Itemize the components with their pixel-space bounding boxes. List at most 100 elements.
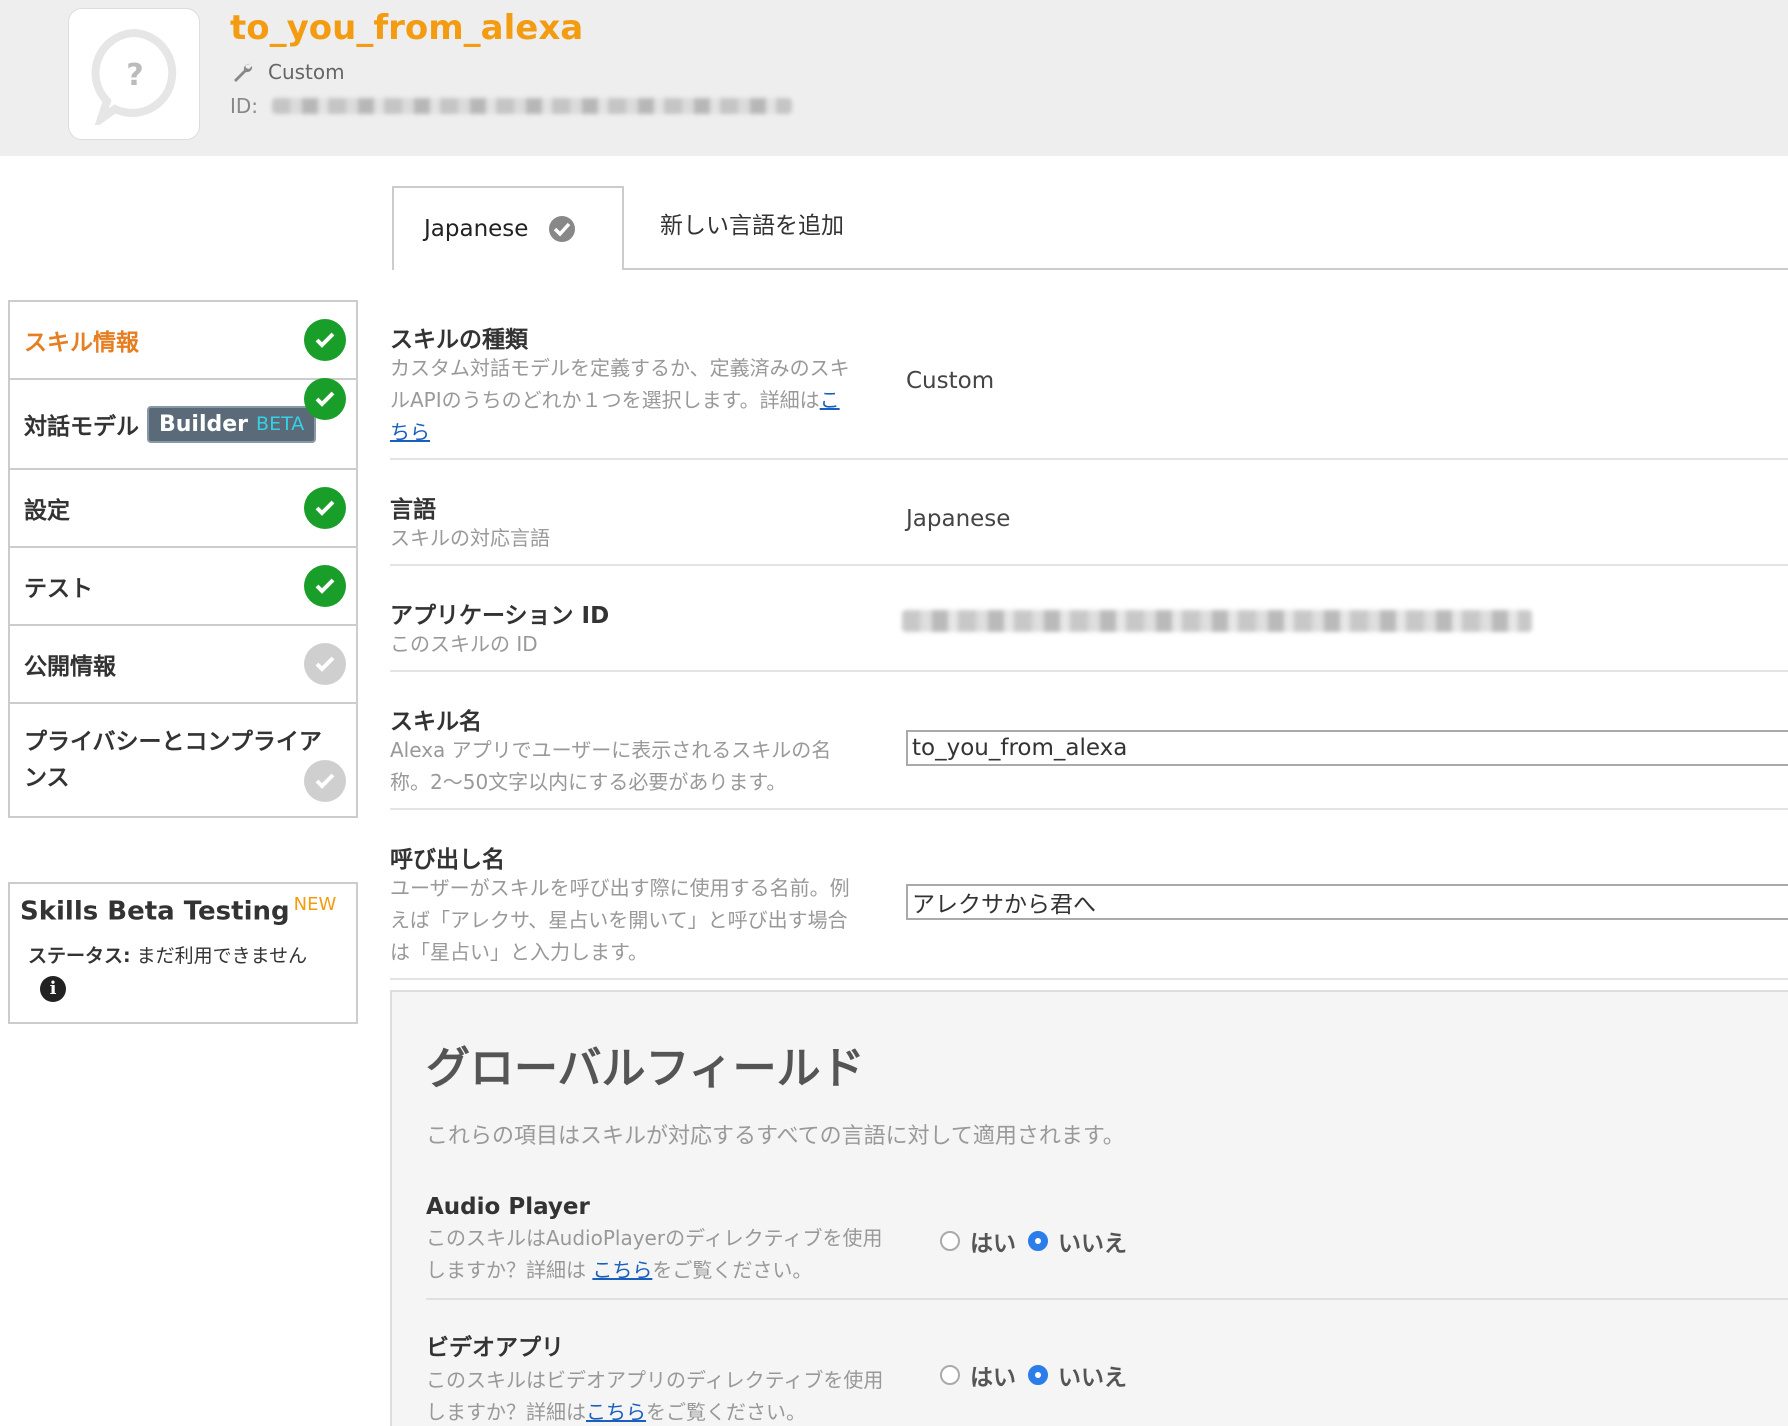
divider — [426, 1298, 1788, 1300]
skill-type-desc: カスタム対話モデルを定義するか、定義済みのスキ ルAPIのうちのどれか１つを選択… — [390, 352, 890, 448]
video-app-no-radio[interactable] — [1028, 1365, 1048, 1385]
new-badge: NEW — [293, 894, 337, 915]
desc-line: えば「アレクサ、星占いを開いて」と呼び出す場合 — [390, 908, 848, 932]
sidebar-item-publishing-info[interactable]: 公開情報 — [10, 626, 356, 704]
sidebar-item-label: 対話モデル — [24, 414, 139, 440]
row-language: 言語 スキルの対応言語 Japanese — [390, 460, 1788, 566]
skills-beta-testing-panel: Skills Beta Testing NEW ステータス: まだ利用できません … — [8, 882, 358, 1024]
check-icon — [304, 378, 346, 420]
skill-name-input[interactable] — [906, 730, 1788, 766]
video-app-desc: このスキルはビデオアプリのディレクティブを使用 しますか？詳細はこちらをご覧くだ… — [426, 1364, 926, 1426]
video-app-label: ビデオアプリ — [426, 1335, 564, 1361]
check-icon — [304, 643, 346, 685]
desc-line: をご覧ください。 — [646, 1400, 806, 1424]
desc-line: カスタム対話モデルを定義するか、定義済みのスキ — [390, 356, 850, 380]
sidebar-item-skill-info[interactable]: スキル情報 — [10, 302, 356, 380]
row-invocation-name: 呼び出し名 ユーザーがスキルを呼び出す際に使用する名前。例 えば「アレクサ、星占… — [390, 810, 1788, 980]
desc-line: は「星占い」と入力します。 — [390, 940, 648, 964]
skill-type-value: Custom — [906, 368, 995, 394]
tab-japanese[interactable]: Japanese — [392, 186, 624, 270]
question-bubble-icon: ? — [91, 28, 177, 125]
application-id-label: アプリケーション ID — [390, 603, 610, 629]
audio-player-field: Audio Player このスキルはAudioPlayerのディレクティブを使… — [426, 1194, 1788, 1286]
desc-line: このスキルはビデオアプリのディレクティブを使用 — [426, 1368, 884, 1392]
svg-text:?: ? — [126, 58, 143, 93]
check-icon — [304, 319, 346, 361]
skill-type-label: スキルの種類 — [390, 327, 528, 353]
beta-testing-title-text: Skills Beta Testing — [20, 896, 290, 927]
check-circle-icon — [549, 216, 576, 242]
skill-type: Custom — [230, 60, 345, 84]
skill-title: to_you_from_alexa — [230, 8, 584, 48]
tab-japanese-label: Japanese — [424, 216, 529, 242]
skill-id: ID: — [230, 94, 793, 118]
sidebar-item-interaction-model[interactable]: 対話モデル Builder BETA — [10, 378, 356, 470]
application-id-desc: このスキルの ID — [390, 632, 538, 656]
beta-label: BETA — [256, 413, 305, 435]
skill-id-redacted — [272, 98, 793, 114]
sidebar-item-label: スキル情報 — [24, 330, 139, 356]
info-icon[interactable]: i — [40, 975, 66, 1002]
builder-beta-button[interactable]: Builder BETA — [147, 405, 317, 443]
invocation-name-desc: ユーザーがスキルを呼び出す際に使用する名前。例 えば「アレクサ、星占いを開いて」… — [390, 872, 890, 968]
check-icon — [304, 487, 346, 529]
language-value: Japanese — [906, 506, 1011, 532]
sidebar-item-label-cont: ンス — [24, 765, 70, 791]
video-app-field: ビデオアプリ このスキルはビデオアプリのディレクティブを使用 しますか？詳細はこ… — [426, 1328, 1788, 1426]
audio-player-no-radio[interactable] — [1028, 1231, 1048, 1251]
sidebar-item-settings[interactable]: 設定 — [10, 470, 356, 548]
wrench-icon — [234, 63, 253, 82]
skill-icon-placeholder: ? — [68, 8, 200, 140]
desc-line: しますか？詳細は — [426, 1400, 586, 1424]
row-skill-type: スキルの種類 カスタム対話モデルを定義するか、定義済みのスキ ルAPIのうちのど… — [390, 310, 1788, 460]
video-app-radio-group: はい いいえ — [940, 1358, 1127, 1392]
row-application-id: アプリケーション ID このスキルの ID — [390, 566, 1788, 672]
audio-player-radio-group: はい いいえ — [940, 1224, 1127, 1258]
beta-testing-title: Skills Beta Testing NEW — [20, 894, 346, 927]
desc-line: ユーザーがスキルを呼び出す際に使用する名前。例 — [390, 876, 850, 900]
details-link[interactable]: こちら — [586, 1400, 646, 1424]
sidebar-item-label: プライバシーとコンプライア — [24, 729, 322, 755]
global-fields-desc: これらの項目はスキルが対応するすべての言語に対して適用されます。 — [426, 1124, 1125, 1149]
sidebar-item-label: テスト — [24, 576, 93, 602]
sidebar-item-test[interactable]: テスト — [10, 548, 356, 626]
beta-status-value: まだ利用できません — [136, 944, 308, 967]
radio-label: はい — [970, 1365, 1016, 1391]
builder-label: Builder — [159, 411, 249, 437]
sidebar-item-label: 設定 — [24, 498, 70, 524]
details-link[interactable]: こ — [820, 388, 840, 412]
audio-player-desc: このスキルはAudioPlayerのディレクティブを使用 しますか？詳細は こち… — [426, 1222, 926, 1286]
check-icon — [304, 760, 346, 802]
sidebar-item-privacy-compliance[interactable]: プライバシーとコンプライア ンス — [10, 704, 356, 816]
radio-label: いいえ — [1058, 1231, 1127, 1257]
radio-label: いいえ — [1058, 1365, 1127, 1391]
global-fields-panel: グローバルフィールド これらの項目はスキルが対応するすべての言語に対して適用され… — [390, 990, 1788, 1426]
beta-status-label: ステータス: — [28, 944, 131, 967]
audio-player-yes-radio[interactable] — [940, 1231, 960, 1251]
desc-line: 称。2〜50文字以内にする必要があります。 — [390, 770, 787, 794]
radio-label: はい — [970, 1231, 1016, 1257]
details-link[interactable]: こちら — [592, 1258, 652, 1282]
skill-name-label: スキル名 — [390, 709, 482, 735]
sidebar-nav: スキル情報 対話モデル Builder BETA 設定 テスト 公開情報 プライ… — [8, 300, 358, 818]
invocation-name-input[interactable] — [906, 884, 1788, 920]
desc-line: Alexa アプリでユーザーに表示されるスキルの名 — [390, 738, 832, 762]
beta-status: ステータス: まだ利用できません — [20, 941, 346, 968]
sidebar-item-label: 公開情報 — [24, 654, 116, 680]
video-app-yes-radio[interactable] — [940, 1365, 960, 1385]
language-desc: スキルの対応言語 — [390, 526, 550, 550]
skill-name-desc: Alexa アプリでユーザーに表示されるスキルの名 称。2〜50文字以内にする必… — [390, 734, 890, 798]
desc-line: しますか？詳細は — [426, 1258, 593, 1282]
application-id-redacted — [902, 610, 1532, 632]
tab-add-language[interactable]: 新しい言語を追加 — [660, 206, 844, 240]
check-icon — [304, 565, 346, 607]
global-fields-title: グローバルフィールド — [426, 1043, 865, 1094]
desc-line: ルAPIのうちのどれか１つを選択します。詳細は — [390, 388, 820, 412]
skill-type-label: Custom — [268, 60, 345, 84]
details-link[interactable]: ちら — [390, 420, 430, 444]
language-label: 言語 — [390, 497, 436, 523]
row-skill-name: スキル名 Alexa アプリでユーザーに表示されるスキルの名 称。2〜50文字以… — [390, 672, 1788, 810]
desc-line: このスキルはAudioPlayerのディレクティブを使用 — [426, 1226, 883, 1250]
audio-player-label: Audio Player — [426, 1194, 590, 1220]
skill-header: ? to_you_from_alexa Custom ID: — [0, 0, 1788, 156]
